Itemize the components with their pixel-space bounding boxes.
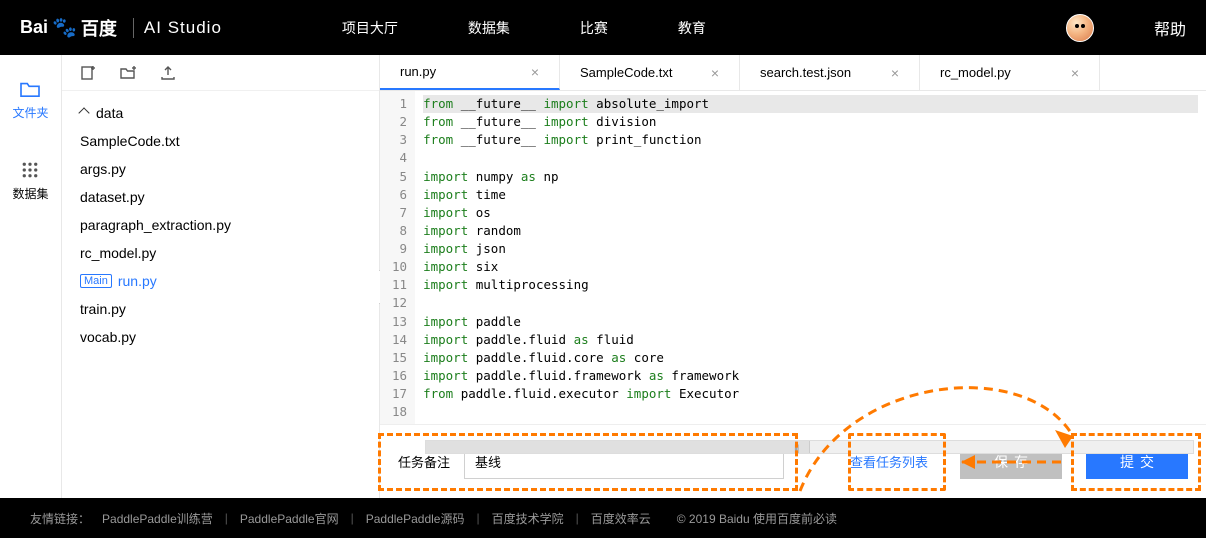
bottom-bar: 任务备注 查看任务列表 保存 提交 — [380, 424, 1206, 498]
tab-run-py[interactable]: run.py× — [380, 55, 560, 90]
footer-link[interactable]: PaddlePaddle训练营 — [96, 510, 219, 527]
nav-item-education[interactable]: 教育 — [678, 18, 706, 38]
folder-label: data — [96, 105, 123, 121]
logo-area: Bai🐾百度 AI Studio — [20, 15, 222, 41]
caret-icon — [78, 107, 89, 118]
tree-folder-data[interactable]: data — [62, 99, 379, 127]
tree-file[interactable]: paragraph_extraction.py — [62, 211, 379, 239]
new-file-icon[interactable] — [80, 65, 96, 81]
nav-item-datasets[interactable]: 数据集 — [468, 18, 510, 38]
footer-copyright: © 2019 Baidu 使用百度前必读 — [677, 510, 837, 527]
nav-right: 帮助 — [1066, 14, 1186, 42]
rail-files-label: 文件夹 — [12, 104, 48, 121]
footer-link[interactable]: PaddlePaddle官网 — [234, 510, 345, 527]
code-editor[interactable]: 123456789101112131415161718192021222324 … — [380, 91, 1206, 424]
footer-link[interactable]: PaddlePaddle源码 — [360, 510, 471, 527]
folder-icon — [19, 80, 41, 98]
editor-panel: ◀ run.py× SampleCode.txt× search.test.js… — [380, 55, 1206, 498]
nav-items: 项目大厅 数据集 比赛 教育 — [342, 18, 706, 38]
tree-file[interactable]: train.py — [62, 295, 379, 323]
tabs: run.py× SampleCode.txt× search.test.json… — [380, 55, 1206, 91]
main-area: 文件夹 数据集 data SampleCode.txt args.py data… — [0, 55, 1206, 498]
footer-prefix: 友情链接： — [30, 510, 90, 527]
rail-files[interactable]: 文件夹 — [12, 80, 48, 121]
paw-icon: 🐾 — [52, 15, 77, 40]
nav-item-competitions[interactable]: 比赛 — [580, 18, 608, 38]
tree-file[interactable]: dataset.py — [62, 183, 379, 211]
upload-icon[interactable] — [160, 65, 176, 81]
tree-file[interactable]: vocab.py — [62, 323, 379, 351]
avatar[interactable] — [1066, 14, 1094, 42]
line-gutter: 123456789101112131415161718192021222324 — [380, 91, 415, 424]
close-icon[interactable]: × — [891, 65, 899, 81]
footer-link[interactable]: 百度技术学院 — [486, 510, 570, 527]
tab-samplecode[interactable]: SampleCode.txt× — [560, 55, 740, 90]
scrollbar-grip-icon: ||| — [794, 443, 798, 453]
ai-studio-label: AI Studio — [133, 18, 222, 38]
task-note-label: 任务备注 — [398, 452, 450, 471]
footer: 友情链接： PaddlePaddle训练营| PaddlePaddle官网| P… — [0, 498, 1206, 538]
baidu-logo[interactable]: Bai🐾百度 — [20, 15, 117, 41]
active-file-label: run.py — [118, 273, 157, 289]
brand-text: 百度 — [81, 15, 117, 41]
nav-item-projects[interactable]: 项目大厅 — [342, 18, 398, 38]
tree-file-active[interactable]: Main run.py — [62, 267, 379, 295]
top-nav: Bai🐾百度 AI Studio 项目大厅 数据集 比赛 教育 帮助 — [0, 0, 1206, 55]
tab-search-json[interactable]: search.test.json× — [740, 55, 920, 90]
tree-file[interactable]: args.py — [62, 155, 379, 183]
new-folder-icon[interactable] — [120, 65, 136, 81]
dataset-icon — [19, 161, 41, 179]
footer-link[interactable]: 百度效率云 — [585, 510, 657, 527]
tree-file[interactable]: SampleCode.txt — [62, 127, 379, 155]
rail-datasets[interactable]: 数据集 — [12, 161, 48, 202]
tab-rc-model[interactable]: rc_model.py× — [920, 55, 1100, 90]
file-panel: data SampleCode.txt args.py dataset.py p… — [62, 55, 380, 498]
tree-file[interactable]: rc_model.py — [62, 239, 379, 267]
paw-icon: Bai — [20, 17, 48, 38]
close-icon[interactable]: × — [1071, 65, 1079, 81]
close-icon[interactable]: × — [531, 64, 539, 80]
main-badge: Main — [80, 274, 112, 288]
view-task-list-link[interactable]: 查看任务列表 — [850, 452, 928, 471]
file-tree: data SampleCode.txt args.py dataset.py p… — [62, 91, 379, 359]
file-toolbar — [62, 55, 379, 91]
scrollbar-thumb[interactable] — [426, 441, 810, 453]
horizontal-scrollbar[interactable]: ||| — [425, 440, 1194, 454]
left-rail: 文件夹 数据集 — [0, 55, 62, 498]
rail-datasets-label: 数据集 — [12, 185, 48, 202]
nav-help[interactable]: 帮助 — [1154, 16, 1186, 40]
close-icon[interactable]: × — [711, 65, 719, 81]
code-lines[interactable]: from __future__ import absolute_importfr… — [415, 91, 1206, 424]
